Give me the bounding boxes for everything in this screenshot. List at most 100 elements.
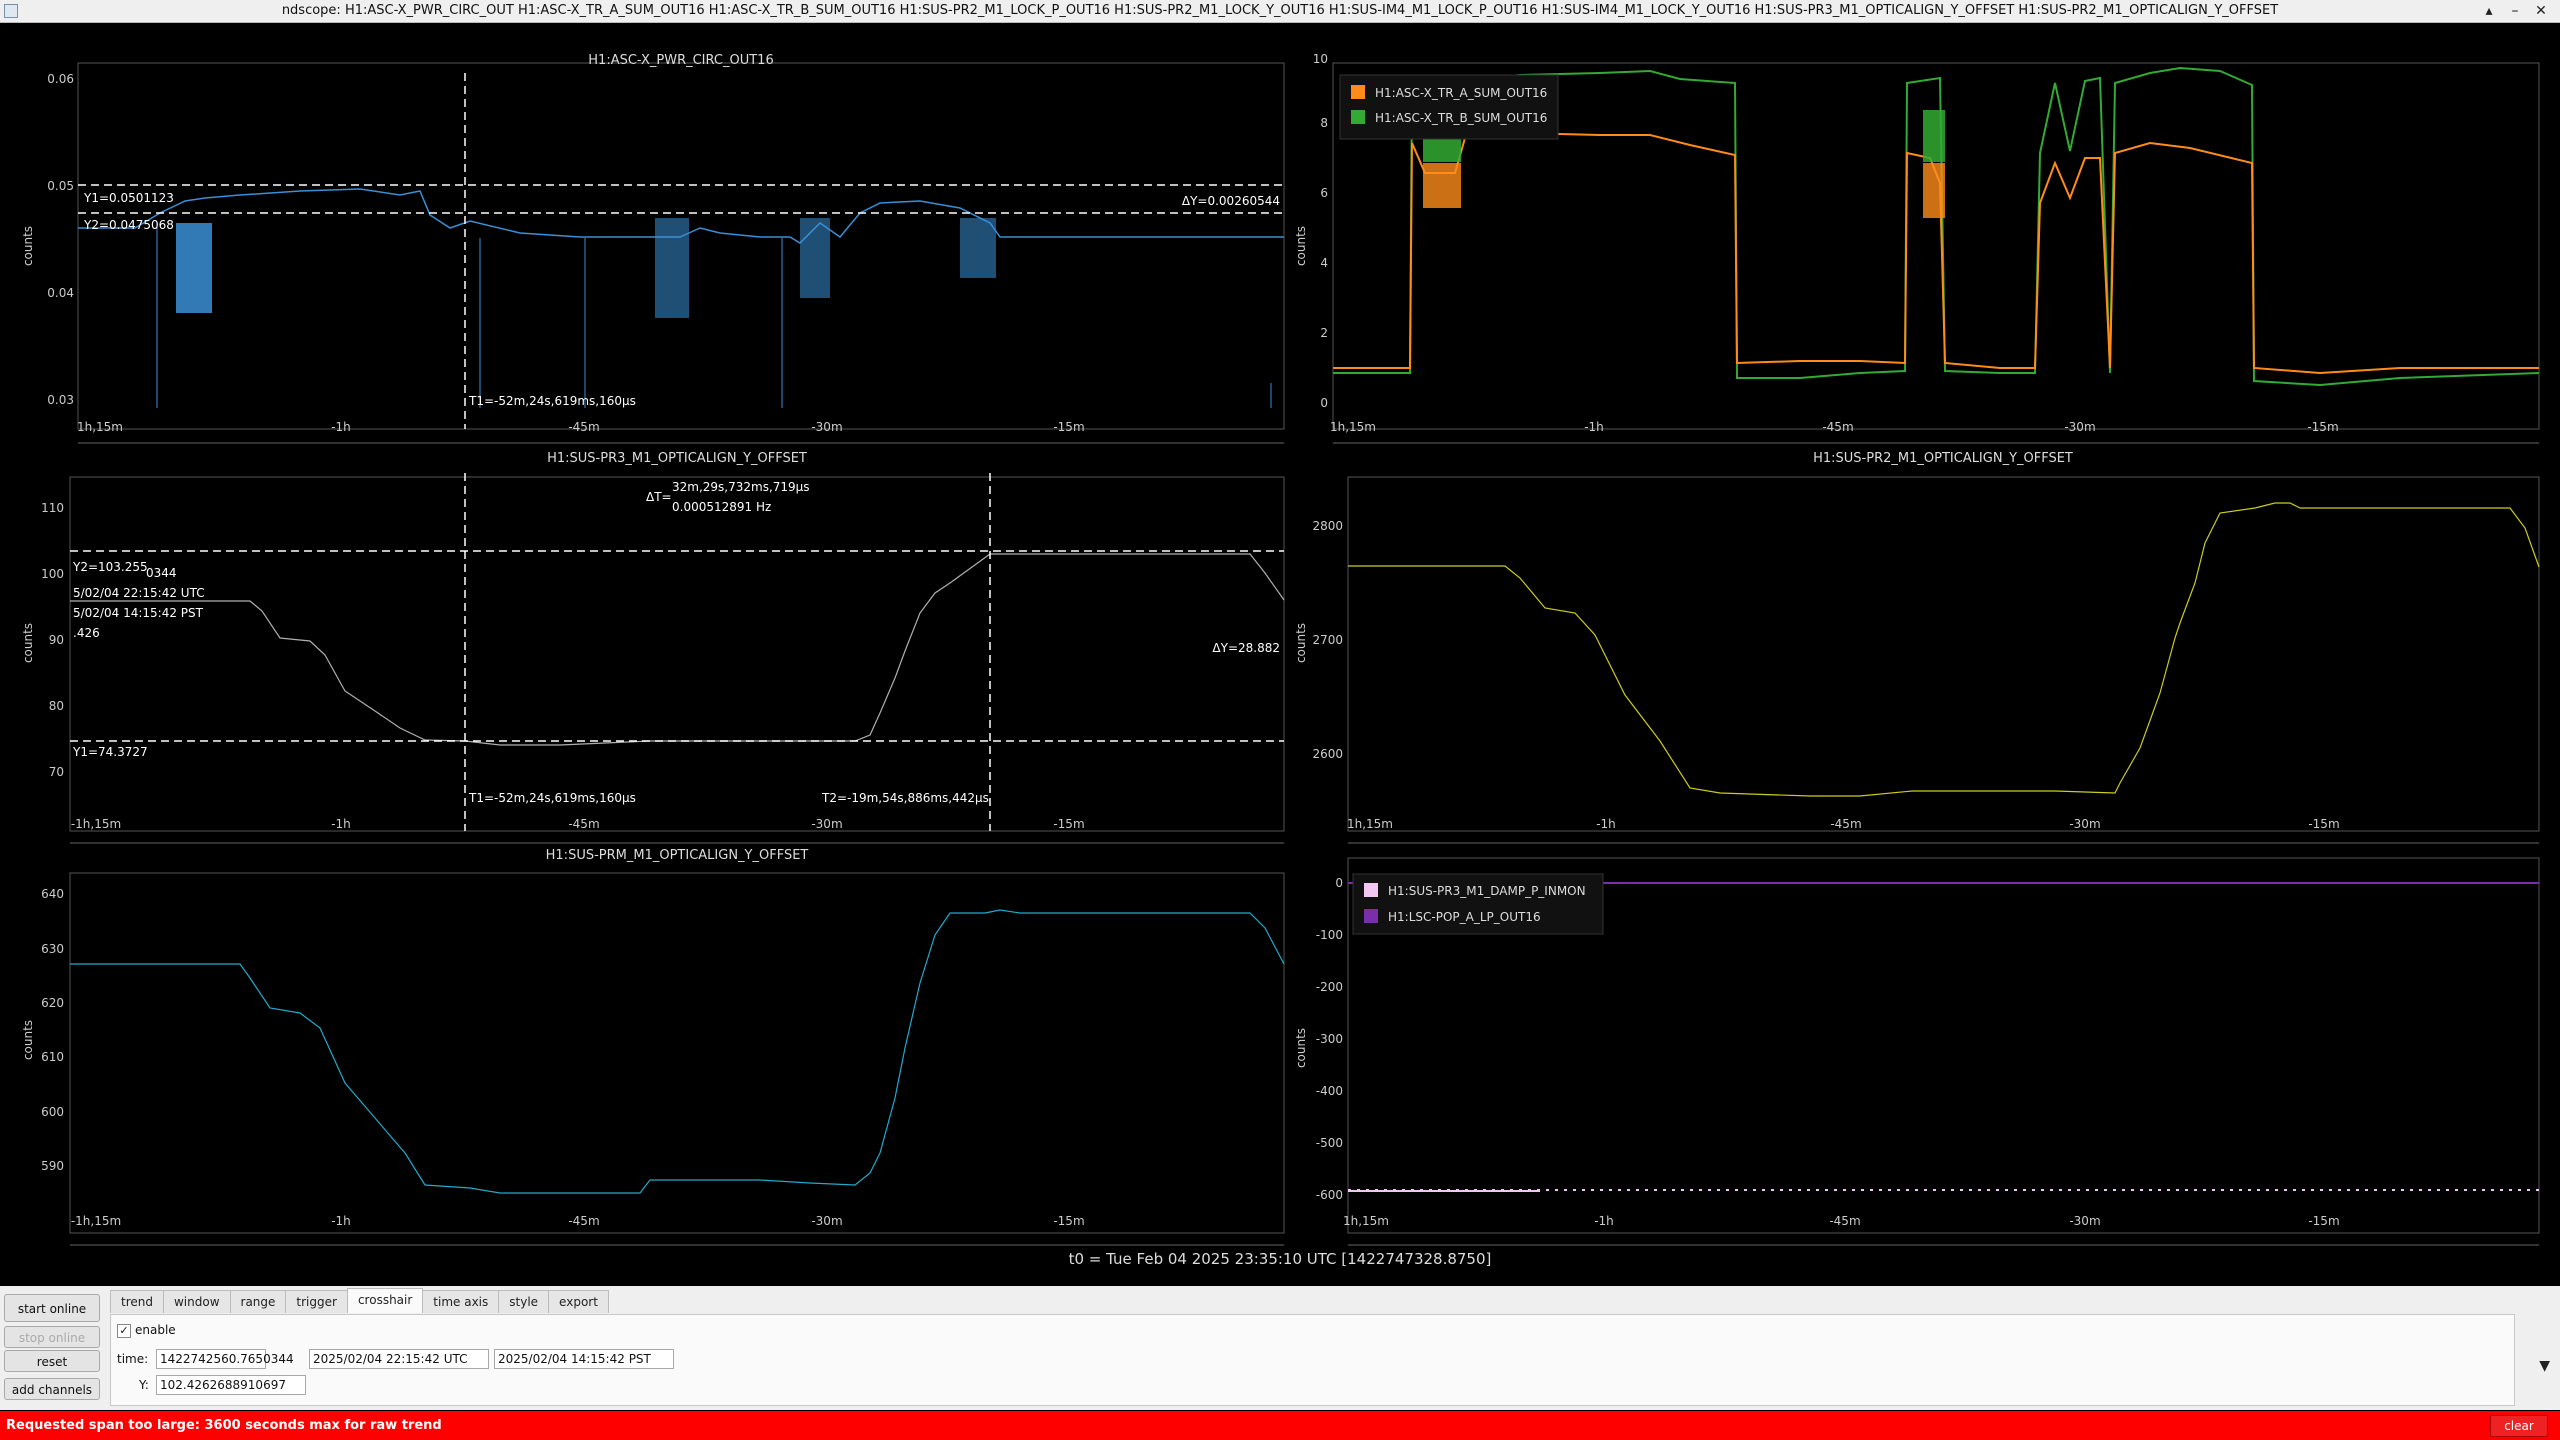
plot-area[interactable]: H1:ASC-X_PWR_CIRC_OUT16 counts 0.06 0.05… — [0, 23, 2560, 1285]
enable-checkbox[interactable]: ✓ — [117, 1324, 131, 1338]
plot-title: H1:SUS-PR3_M1_OPTICALIGN_Y_OFFSET — [547, 451, 807, 466]
x-tick: -1h — [331, 1214, 351, 1228]
plot-tr-sum[interactable]: counts 10 8 6 4 2 0 1h,15m -1h -45m -30m… — [1294, 52, 2540, 444]
cursor-dt-label: ΔT= — [646, 490, 672, 504]
y-value-field[interactable]: 102.4262688910697 — [156, 1375, 306, 1395]
trace-burst — [1923, 163, 1945, 218]
x-tick: -15m — [1053, 420, 1084, 434]
trace-pr3 — [70, 553, 1285, 746]
trace-burst — [176, 223, 212, 313]
plot-pr2-offset[interactable]: H1:SUS-PR2_M1_OPTICALIGN_Y_OFFSET counts… — [1294, 451, 2540, 844]
stop-online-button[interactable]: stop online — [4, 1326, 100, 1348]
cursor-y1-label: Y1=0.0501123 — [83, 191, 174, 205]
plot-pwr-circ[interactable]: H1:ASC-X_PWR_CIRC_OUT16 counts 0.06 0.05… — [21, 53, 1285, 444]
plot-pr3-offset[interactable]: H1:SUS-PR3_M1_OPTICALIGN_Y_OFFSET counts… — [21, 451, 1285, 844]
x-tick: -45m — [1829, 1214, 1860, 1228]
x-tick: -1h,15m — [71, 817, 121, 831]
x-tick: -15m — [1053, 817, 1084, 831]
minimize-icon[interactable]: – — [2502, 0, 2528, 22]
plot-title: H1:SUS-PR2_M1_OPTICALIGN_Y_OFFSET — [1813, 451, 2073, 466]
y-tick: 600 — [41, 1105, 64, 1119]
tab-window[interactable]: window — [162, 1290, 231, 1313]
gps-time-field[interactable]: 1422742560.7650344 — [156, 1349, 294, 1369]
x-tick: -30m — [2069, 1214, 2100, 1228]
window-title: ndscope: H1:ASC-X_PWR_CIRC_OUT H1:ASC-X_… — [281, 3, 2279, 18]
x-tick: -1h — [331, 817, 351, 831]
plot-title: H1:ASC-X_PWR_CIRC_OUT16 — [588, 53, 773, 68]
y-tick: 590 — [41, 1159, 64, 1173]
cursor-dy-label: ΔY=28.882 — [1212, 641, 1280, 655]
y-axis-label: counts — [1294, 623, 1308, 663]
plot-damp-lsc[interactable]: counts 0 -100 -200 -300 -400 -500 -600 1… — [1294, 857, 2540, 1246]
y-axis-label: counts — [21, 1020, 35, 1060]
y-tick: 80 — [49, 699, 64, 713]
y-axis-label: counts — [21, 226, 35, 266]
y-tick: 0.03 — [47, 393, 74, 407]
y-tick: -300 — [1316, 1032, 1343, 1046]
x-tick: -15m — [2307, 420, 2338, 434]
y-tick: 620 — [41, 996, 64, 1010]
chevron-down-icon[interactable]: ▼ — [2539, 1358, 2550, 1374]
cursor-y2-label: Y2=0.0475068 — [83, 218, 174, 232]
add-channels-button[interactable]: add channels — [4, 1378, 100, 1400]
y-tick: 90 — [49, 633, 64, 647]
y-tick: -100 — [1316, 928, 1343, 942]
time-label: time: — [117, 1352, 149, 1366]
y-tick: -400 — [1316, 1084, 1343, 1098]
plot-prm-offset[interactable]: H1:SUS-PRM_M1_OPTICALIGN_Y_OFFSET counts… — [21, 848, 1285, 1246]
y-tick: 100 — [41, 567, 64, 581]
legend-swatch — [1364, 909, 1378, 923]
cursor-t1-label: T1=-52m,24s,619ms,160µs — [468, 791, 636, 805]
tab-time-axis[interactable]: time axis — [422, 1290, 500, 1313]
x-tick: 1h,15m — [77, 420, 123, 434]
y-tick: 6 — [1320, 186, 1328, 200]
x-tick: -30m — [811, 1214, 842, 1228]
cursor-dt-value: 32m,29s,732ms,719µs — [672, 480, 810, 494]
trace-burst — [800, 218, 830, 298]
tab-range[interactable]: range — [229, 1290, 287, 1313]
trace-burst — [960, 218, 996, 278]
tab-trend[interactable]: trend — [110, 1290, 164, 1313]
legend-swatch — [1351, 85, 1365, 99]
plot-title: H1:SUS-PRM_M1_OPTICALIGN_Y_OFFSET — [546, 848, 809, 863]
y-tick: 0 — [1335, 876, 1343, 890]
tab-style[interactable]: style — [498, 1290, 550, 1313]
tab-crosshair[interactable]: crosshair — [346, 1288, 424, 1313]
legend-box — [1339, 74, 1559, 140]
x-tick: -30m — [2064, 420, 2095, 434]
x-tick: -1h,15m — [71, 1214, 121, 1228]
y-tick: -600 — [1316, 1188, 1343, 1202]
tab-trigger[interactable]: trigger — [285, 1290, 348, 1313]
x-tick: -45m — [1830, 817, 1861, 831]
cursor-info-line: 5/02/04 14:15:42 PST — [73, 606, 204, 620]
legend-box — [1352, 873, 1604, 935]
x-tick: -1h — [1594, 1214, 1614, 1228]
window-titlebar: ndscope: H1:ASC-X_PWR_CIRC_OUT H1:ASC-X_… — [0, 0, 2560, 23]
cursor-dt-freq: 0.000512891 Hz — [672, 500, 771, 514]
y-tick: -500 — [1316, 1136, 1343, 1150]
maximize-icon[interactable]: ▴ — [2476, 0, 2502, 22]
reset-button[interactable]: reset — [4, 1350, 100, 1372]
tab-export[interactable]: export — [548, 1290, 609, 1313]
y-tick: 0.04 — [47, 286, 74, 300]
cursor-t2-label: T2=-19m,54s,886ms,442µs — [821, 791, 989, 805]
y-tick: -200 — [1316, 980, 1343, 994]
plot-frame — [1347, 476, 2540, 832]
legend-label: H1:ASC-X_TR_A_SUM_OUT16 — [1375, 86, 1547, 100]
legend-label: H1:LSC-POP_A_LP_OUT16 — [1388, 910, 1541, 924]
y-tick: 10 — [1313, 52, 1328, 66]
start-online-button[interactable]: start online — [4, 1294, 100, 1322]
t0-label: t0 = Tue Feb 04 2025 23:35:10 UTC [14227… — [1068, 1250, 1492, 1268]
x-tick: 1h,15m — [1343, 1214, 1389, 1228]
utc-time-field[interactable]: 2025/02/04 22:15:42 UTC — [309, 1349, 489, 1369]
y-axis-label: counts — [1294, 226, 1308, 266]
y-tick: 2 — [1320, 326, 1328, 340]
clear-button[interactable]: clear — [2490, 1415, 2548, 1437]
close-icon[interactable]: ✕ — [2528, 0, 2554, 22]
x-tick: -1h — [1584, 420, 1604, 434]
y-tick: 0.05 — [47, 179, 74, 193]
x-tick: -45m — [568, 1214, 599, 1228]
cursor-y1-label: Y1=74.3727 — [72, 745, 148, 759]
pst-time-field[interactable]: 2025/02/04 14:15:42 PST — [494, 1349, 674, 1369]
status-bar: Requested span too large: 3600 seconds m… — [0, 1411, 2560, 1440]
